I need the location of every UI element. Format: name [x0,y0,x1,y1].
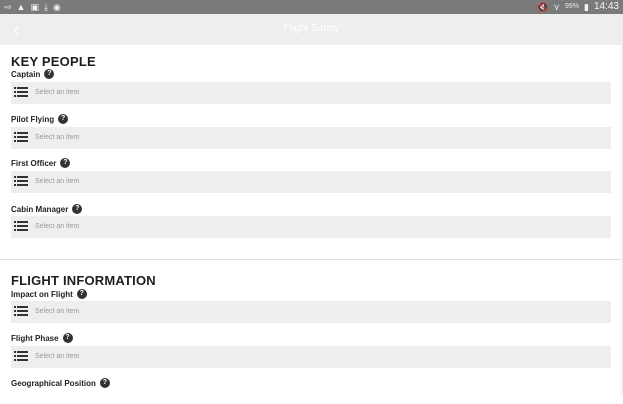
captain-select[interactable]: Select an item [11,82,611,104]
section-title-key-people: KEY PEOPLE [11,54,96,69]
help-icon[interactable]: ? [72,204,83,214]
cast-icon: ⇨ [4,2,12,12]
list-icon [14,306,28,318]
first-officer-select[interactable]: Select an item [11,171,611,193]
battery-icon: ▮ [584,2,589,12]
list-icon [14,221,28,233]
select-placeholder: Select an item [35,178,80,185]
field-label-flight-phase: Flight Phase ? [11,332,73,344]
help-icon[interactable]: ? [99,378,110,388]
clock: 14:43 [593,1,619,12]
help-icon[interactable]: ? [76,289,87,299]
wifi-icon: ⋎ [553,2,560,12]
help-icon[interactable]: ? [60,158,71,168]
page-title: Flight Safety [283,23,340,34]
geographical-position-label: Geographical Position [11,378,96,388]
list-icon [14,176,28,188]
download-icon: ⤓ [43,2,48,12]
help-icon[interactable]: ? [58,114,69,124]
pilot-flying-label: Pilot Flying [11,114,55,124]
battery-percent: 99% [565,3,580,10]
section-divider [0,259,623,260]
captain-label: Captain [11,69,41,79]
warning-icon: ▲ [16,2,26,12]
list-icon [14,351,28,363]
list-icon [14,87,28,99]
select-placeholder: Select an item [35,308,80,315]
field-label-pilot-flying: Pilot Flying ? [11,113,69,125]
image-icon: ▣ [30,2,39,12]
help-icon[interactable]: ? [44,69,55,79]
flight-phase-label: Flight Phase [11,333,59,343]
field-label-captain: Captain ? [11,68,55,80]
app-bar: ‹ Flight Safety [0,14,623,45]
select-placeholder: Select an item [35,89,80,96]
cabin-manager-select[interactable]: Select an item [11,216,611,238]
select-placeholder: Select an item [35,353,80,360]
help-icon[interactable]: ? [62,333,73,343]
select-placeholder: Select an item [35,134,80,141]
mute-icon: 🔇 [537,2,549,12]
impact-on-flight-select[interactable]: Select an item [11,301,611,323]
status-bar-left: ⇨ ▲ ▣ ⤓ ◉ [4,0,61,14]
select-placeholder: Select an item [35,223,80,230]
list-icon [14,132,28,144]
android-icon: ◉ [52,2,61,12]
field-label-cabin-manager: Cabin Manager ? [11,203,83,215]
impact-on-flight-label: Impact on Flight [11,289,73,299]
field-label-geographical-position: Geographical Position ? [11,377,110,389]
status-bar-right: 🔇 ⋎ 99% ▮ 14:43 [537,0,619,14]
flight-phase-select[interactable]: Select an item [11,346,611,368]
status-bar: ⇨ ▲ ▣ ⤓ ◉ 🔇 ⋎ 99% ▮ 14:43 [0,0,623,14]
pilot-flying-select[interactable]: Select an item [11,127,611,149]
field-label-impact-on-flight: Impact on Flight ? [11,288,87,300]
cabin-manager-label: Cabin Manager [11,204,69,214]
first-officer-label: First Officer [11,158,57,168]
field-label-first-officer: First Officer ? [11,157,71,169]
section-title-flight-information: FLIGHT INFORMATION [11,273,156,288]
